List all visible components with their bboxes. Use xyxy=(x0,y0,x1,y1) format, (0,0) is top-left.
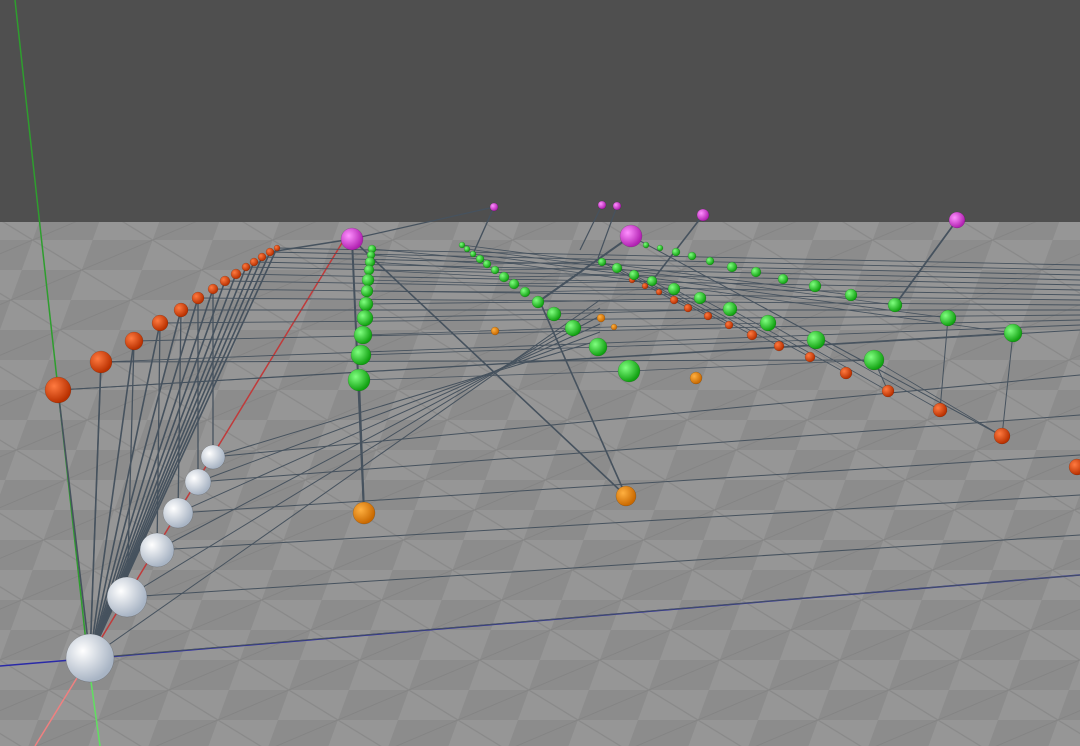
node-white[interactable] xyxy=(162,497,194,529)
node-orange-red[interactable] xyxy=(655,288,663,296)
node-magenta[interactable] xyxy=(948,211,966,229)
node-green[interactable] xyxy=(490,265,500,275)
node-green[interactable] xyxy=(360,284,374,298)
node-orange-red[interactable] xyxy=(241,262,251,272)
node-orange-red[interactable] xyxy=(249,257,259,267)
node-green[interactable] xyxy=(519,286,531,298)
node-orange-red[interactable] xyxy=(191,291,205,305)
node-green[interactable] xyxy=(808,279,822,293)
node-green[interactable] xyxy=(546,306,562,322)
node-green[interactable] xyxy=(656,244,664,252)
node-green[interactable] xyxy=(806,330,826,350)
node-orange[interactable] xyxy=(610,323,618,331)
node-green[interactable] xyxy=(617,359,641,383)
node-green[interactable] xyxy=(458,241,466,249)
node-green[interactable] xyxy=(482,259,492,269)
node-white[interactable] xyxy=(200,444,226,470)
node-orange-red[interactable] xyxy=(881,384,895,398)
node-white[interactable] xyxy=(65,633,115,683)
node-orange-red[interactable] xyxy=(993,427,1011,445)
node-orange[interactable] xyxy=(490,326,500,336)
node-green[interactable] xyxy=(564,319,582,337)
node-orange-red[interactable] xyxy=(273,244,281,252)
node-green[interactable] xyxy=(687,251,697,261)
node-green[interactable] xyxy=(356,309,374,327)
node-green[interactable] xyxy=(350,344,372,366)
node-orange-red[interactable] xyxy=(839,366,853,380)
node-green[interactable] xyxy=(597,257,607,267)
node-green[interactable] xyxy=(671,247,681,257)
node-green[interactable] xyxy=(628,269,640,281)
node-orange[interactable] xyxy=(352,501,376,525)
node-orange-red[interactable] xyxy=(683,303,693,313)
node-orange-red[interactable] xyxy=(669,295,679,305)
node-green[interactable] xyxy=(611,262,623,274)
node-magenta[interactable] xyxy=(340,227,364,251)
node-magenta[interactable] xyxy=(489,202,499,212)
node-orange-red[interactable] xyxy=(703,311,713,321)
node-orange-red[interactable] xyxy=(746,329,758,341)
node-white[interactable] xyxy=(106,576,148,618)
node-orange-red[interactable] xyxy=(173,302,189,318)
node-green[interactable] xyxy=(642,241,650,249)
node-green[interactable] xyxy=(358,296,374,312)
node-orange-red[interactable] xyxy=(641,282,649,290)
node-green[interactable] xyxy=(363,264,375,276)
node-magenta[interactable] xyxy=(597,200,607,210)
node-orange[interactable] xyxy=(689,371,703,385)
node-green[interactable] xyxy=(588,337,608,357)
node-green[interactable] xyxy=(887,297,903,313)
node-green[interactable] xyxy=(750,266,762,278)
node-green[interactable] xyxy=(1003,323,1023,343)
node-magenta[interactable] xyxy=(696,208,710,222)
node-green[interactable] xyxy=(498,271,510,283)
node-green[interactable] xyxy=(777,273,789,285)
node-green[interactable] xyxy=(531,295,545,309)
node-green[interactable] xyxy=(705,256,715,266)
node-green[interactable] xyxy=(646,275,658,287)
node-orange-red[interactable] xyxy=(219,275,231,287)
node-magenta[interactable] xyxy=(612,201,622,211)
node-orange-red[interactable] xyxy=(230,268,242,280)
node-green[interactable] xyxy=(469,250,477,258)
background xyxy=(0,0,1080,222)
node-green[interactable] xyxy=(508,278,520,290)
node-orange-red[interactable] xyxy=(44,376,72,404)
node-green[interactable] xyxy=(353,325,373,345)
node-green[interactable] xyxy=(863,349,885,371)
node-green[interactable] xyxy=(759,314,777,332)
node-white[interactable] xyxy=(184,468,212,496)
node-orange-red[interactable] xyxy=(724,320,734,330)
node-orange-red[interactable] xyxy=(932,402,948,418)
node-magenta[interactable] xyxy=(619,224,643,248)
node-orange-red[interactable] xyxy=(124,331,144,351)
node-orange-red[interactable] xyxy=(257,252,267,262)
node-green[interactable] xyxy=(361,273,375,287)
node-green[interactable] xyxy=(693,291,707,305)
node-green[interactable] xyxy=(726,261,738,273)
node-green[interactable] xyxy=(722,301,738,317)
node-green[interactable] xyxy=(347,368,371,392)
node-green[interactable] xyxy=(844,288,858,302)
node-orange[interactable] xyxy=(596,313,606,323)
node-white[interactable] xyxy=(139,532,175,568)
3d-viewport[interactable] xyxy=(0,0,1080,746)
node-orange-red[interactable] xyxy=(151,314,169,332)
node-green[interactable] xyxy=(667,282,681,296)
node-orange[interactable] xyxy=(615,485,637,507)
node-green[interactable] xyxy=(939,309,957,327)
node-green[interactable] xyxy=(463,245,471,253)
node-orange-red[interactable] xyxy=(804,351,816,363)
scene-canvas[interactable] xyxy=(0,0,1080,746)
node-orange-red[interactable] xyxy=(89,350,113,374)
node-green[interactable] xyxy=(475,254,485,264)
node-orange-red[interactable] xyxy=(265,247,275,257)
node-orange-red[interactable] xyxy=(207,283,219,295)
node-orange-red[interactable] xyxy=(773,340,785,352)
